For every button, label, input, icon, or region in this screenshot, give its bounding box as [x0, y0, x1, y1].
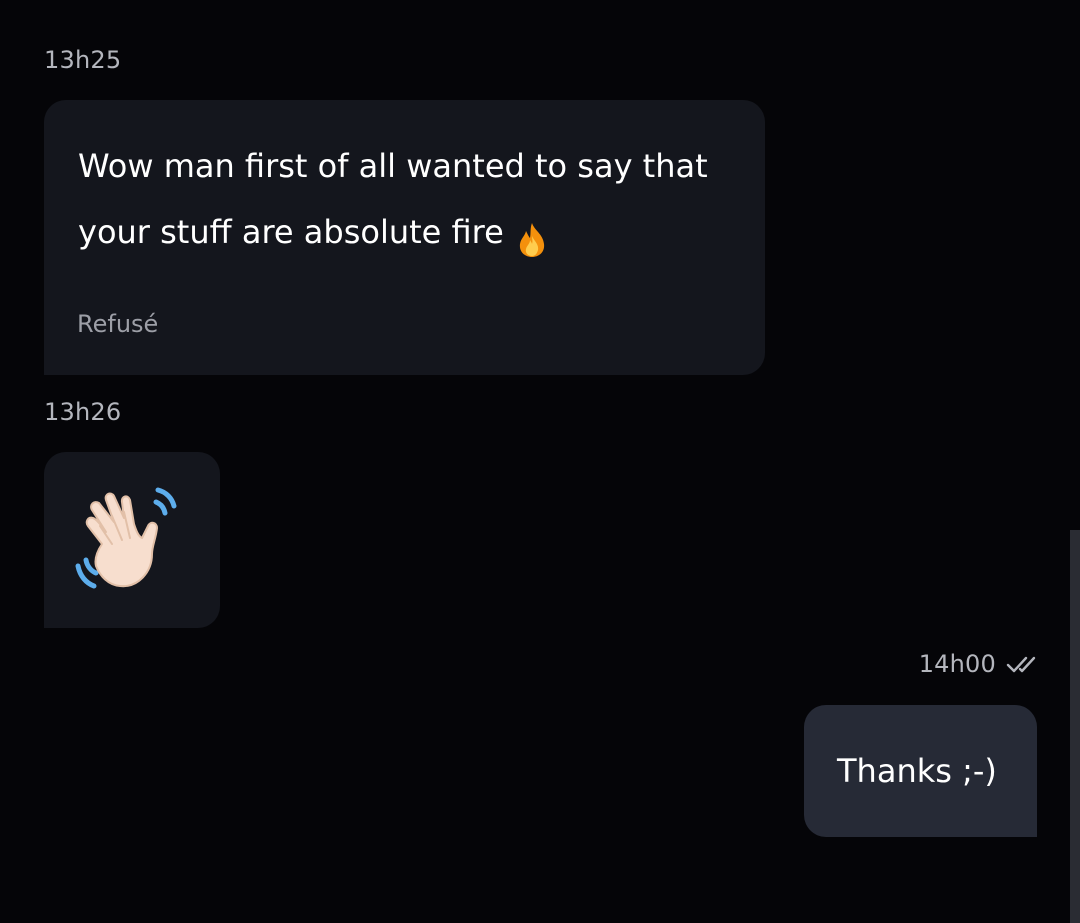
double-check-icon [1006, 654, 1036, 674]
message-text-line-2: your stuff are absolute fire [78, 199, 758, 265]
message-timestamp: 13h26 [44, 398, 122, 426]
waving-hand-emoji [72, 482, 192, 598]
message-text: Thanks ;-) [837, 752, 997, 790]
outgoing-meta: 14h00 [919, 650, 1036, 678]
fire-emoji [516, 214, 548, 257]
scrollbar[interactable] [1070, 530, 1080, 923]
outgoing-message-bubble[interactable]: Thanks ;-) [804, 705, 1037, 837]
message-text-line: your stuff are absolute fire [78, 213, 504, 251]
message-timestamp: 13h25 [44, 46, 122, 74]
message-timestamp: 14h00 [918, 650, 996, 678]
incoming-emoji-bubble[interactable] [44, 452, 220, 628]
message-status-label: Refusé [77, 310, 159, 338]
incoming-message-bubble[interactable]: Wow man first of all wanted to say that … [44, 100, 765, 375]
message-text-line: Wow man first of all wanted to say that [78, 147, 708, 185]
message-text: Wow man first of all wanted to say that … [78, 133, 758, 265]
chat-thread: 13h25 Wow man first of all wanted to say… [0, 0, 1080, 923]
